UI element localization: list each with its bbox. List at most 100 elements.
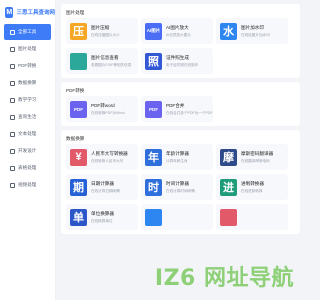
tool-description: 在线计算时间间隔 [166, 188, 195, 193]
calc-icon [10, 80, 15, 86]
sidebar-item-label: 视频处理 [18, 182, 37, 187]
tool-icon: 时 [145, 178, 162, 196]
tool-description: 在线计算日期间隔 [91, 188, 120, 193]
sidebar-item[interactable]: 图片处理 [4, 41, 51, 57]
tool-card[interactable]: 图片信息查看查看图片EXIF等相关信息 [66, 48, 138, 74]
tool-description: 查看图片EXIF等相关信息 [91, 62, 132, 67]
tool-description: 在线转换PDF为Word [91, 110, 125, 115]
tool-icon [70, 52, 87, 70]
sidebar-item[interactable]: 开发设计 [4, 143, 51, 159]
sidebar-item-label: 查询生活 [18, 114, 37, 119]
sidebar-item-label: 图片处理 [18, 46, 37, 51]
tool-card[interactable]: 压图片压缩在线压缩图片大小 [66, 18, 138, 44]
tool-section: 数据换算 ¥ 人民币大写转换器 在线转换人民币大写 年年龄计算器 计算年龄生肖摩摩斯密码翻… [61, 130, 300, 234]
sidebar: M 三思工具查询网 全部工具图片处理 PDF转换数据换算教学学习查询生活文本处理开… [0, 0, 56, 300]
tool-name: 图片加水印 [241, 24, 264, 30]
tool-card[interactable]: ¥ 人民币大写转换器 在线转换人民币大写 [66, 144, 138, 170]
tool-name: 进制转换器 [241, 180, 264, 186]
tool-card[interactable]: 照证件照生成电子证件照在线制作 [141, 48, 213, 74]
tool-name: 单位换算器 [91, 210, 114, 216]
tool-description: 在线合并多个PDF为一个PDF [166, 110, 213, 115]
tool-name: 摩斯密码翻译器 [241, 150, 274, 156]
tool-icon: 水 [220, 22, 237, 40]
search-icon [10, 114, 15, 120]
site-title: 三思工具查询网 [16, 10, 55, 16]
tool-name: 年龄计算器 [166, 150, 189, 156]
text-icon [10, 131, 15, 137]
sidebar-item[interactable]: 视频处理 [4, 177, 51, 193]
tool-icon: AI图片 [145, 22, 162, 40]
tool-icon: 进 [220, 178, 237, 196]
code-icon [10, 148, 15, 154]
section-title: PDF转换 [66, 87, 85, 93]
book-icon [10, 97, 15, 103]
sidebar-item-label: 开发设计 [18, 148, 37, 153]
tool-icon: ¥ [70, 148, 87, 166]
tool-description: 在线压缩图片大小 [91, 32, 120, 37]
video-icon [10, 182, 15, 188]
sidebar-item-label: 文本处理 [18, 131, 37, 136]
sidebar-item[interactable]: PDF转换 [4, 58, 51, 74]
tool-name: AI图片放大 [166, 24, 189, 30]
tool-description: 在线翻译摩斯电码 [241, 158, 270, 163]
sidebar-item[interactable]: 表格处理 [4, 160, 51, 176]
section-title: 数据换算 [66, 135, 85, 141]
tool-card[interactable] [141, 204, 213, 230]
tool-description: 在线给图片加水印 [241, 32, 270, 37]
tool-card[interactable]: 摩摩斯密码翻译器 在线翻译摩斯电码 [216, 144, 288, 170]
sidebar-item[interactable]: 全部工具 [4, 24, 51, 40]
tool-name: PDF转word [91, 102, 115, 108]
tool-icon: 照 [145, 52, 162, 70]
tool-card[interactable]: 年年龄计算器 计算年龄生肖 [141, 144, 213, 170]
sidebar-item[interactable]: 数据换算 [4, 75, 51, 91]
tool-icon: 期 [70, 178, 87, 196]
sidebar-item[interactable]: 教学学习 [4, 92, 51, 108]
tool-card[interactable]: AI图片 AI图片放大 AI无损放大图片 [141, 18, 213, 44]
tool-card[interactable]: 单单位换算器在线换算单位 [66, 204, 138, 230]
tool-card[interactable]: 水图片加水印在线给图片加水印 [216, 18, 288, 44]
grid-icon [10, 29, 15, 35]
table-icon [10, 165, 15, 171]
tool-card[interactable] [216, 204, 288, 230]
sidebar-item-label: 表格处理 [18, 165, 37, 170]
tool-description: AI无损放大图片 [166, 32, 191, 37]
sidebar-item[interactable]: 文本处理 [4, 126, 51, 142]
tool-name: 时间计算器 [166, 180, 189, 186]
tool-icon: 年 [145, 148, 162, 166]
tool-icon: PDF [145, 100, 162, 118]
tool-icon: 压 [70, 22, 87, 40]
sidebar-nav: 全部工具图片处理 PDF转换数据换算教学学习查询生活文本处理开发设计表格处理视频处… [0, 24, 55, 193]
main-content: 图片处理压图片压缩在线压缩图片大小 AI图片 AI图片放大 AI无损放大图片 水图片加水… [61, 0, 300, 300]
sidebar-item-label: PDF转换 [18, 63, 37, 68]
sidebar-item-label: 数据换算 [18, 80, 37, 85]
watermark-logo: IZ6 网址导航 [154, 266, 294, 291]
section-title: 图片处理 [66, 9, 85, 15]
tool-name: 日期计算器 [91, 180, 114, 186]
tool-name: 图片压缩 [91, 24, 110, 30]
tool-card[interactable]: 进进制转换器在线进制转换 [216, 174, 288, 200]
tool-section: PDF转换 PDF PDF转word 在线转换PDF为Word PDF PDF合并在线合并… [61, 82, 300, 126]
tool-name: 人民币大写转换器 [91, 150, 128, 156]
tool-icon [220, 208, 237, 226]
tool-card[interactable]: 时时间计算器在线计算时间间隔 [141, 174, 213, 200]
tool-card[interactable]: 期日期计算器在线计算日期间隔 [66, 174, 138, 200]
logo[interactable]: M 三思工具查询网 [0, 0, 55, 24]
tool-icon: 摩 [220, 148, 237, 166]
sidebar-item-label: 全部工具 [18, 29, 37, 34]
sidebar-item-label: 教学学习 [18, 97, 37, 102]
tool-name: PDF合并 [166, 102, 185, 108]
tool-description: 在线进制转换 [241, 188, 263, 193]
tool-card[interactable]: PDF PDF转word 在线转换PDF为Word [66, 96, 138, 122]
image-icon [10, 46, 15, 52]
tool-name: 证件照生成 [166, 54, 189, 60]
tool-description: 电子证件照在线制作 [166, 62, 199, 67]
sidebar-item[interactable]: 查询生活 [4, 109, 51, 125]
tool-description: 在线转换人民币大写 [91, 158, 124, 163]
tool-description: 在线换算单位 [91, 218, 113, 223]
tool-name: 图片信息查看 [91, 54, 119, 60]
tool-card[interactable]: PDF PDF合并在线合并多个PDF为一个PDF [141, 96, 213, 122]
tool-icon: 单 [70, 208, 87, 226]
tool-icon: PDF [70, 100, 87, 118]
tool-section: 图片处理压图片压缩在线压缩图片大小 AI图片 AI图片放大 AI无损放大图片 水图片加水… [61, 4, 300, 78]
tool-icon [145, 208, 162, 226]
